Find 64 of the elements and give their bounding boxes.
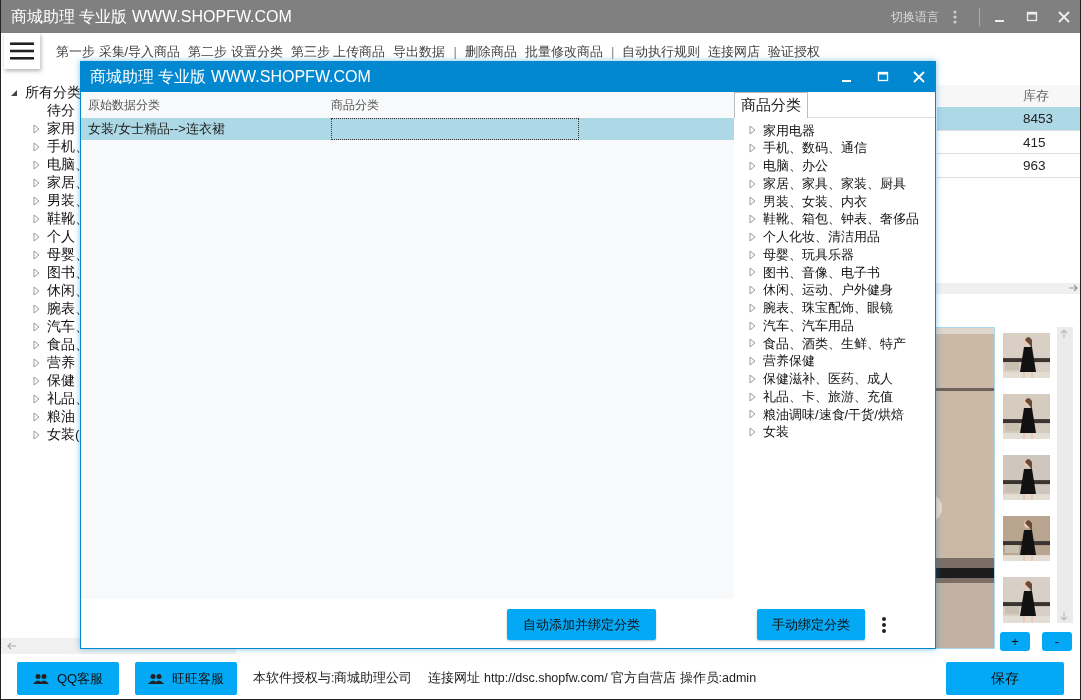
license-text: 本软件授权与:商城助理公司 xyxy=(253,670,413,688)
auto-bind-button[interactable]: 自动添加并绑定分类 xyxy=(507,609,656,640)
menu-button[interactable] xyxy=(4,33,40,69)
toolbar-link[interactable]: 第一步 采集/导入商品 xyxy=(56,45,181,59)
close-icon[interactable] xyxy=(1056,8,1072,25)
tree-item[interactable]: 营养 xyxy=(47,354,75,372)
tree-item[interactable]: 营养保健 xyxy=(763,352,815,370)
stock-cell: 963 xyxy=(937,154,1080,178)
tree-item[interactable]: 礼品、卡、旅游、充值 xyxy=(763,387,893,406)
toolbar-link[interactable]: 第三步 上传商品 xyxy=(290,45,386,59)
tree-item[interactable]: 粮油调味/速食/干货/烘焙 xyxy=(763,405,904,424)
toolbar-link[interactable]: 验证授权 xyxy=(768,45,821,59)
tree-item[interactable]: 休闲、运动、户外健身 xyxy=(763,281,893,299)
more-icon[interactable] xyxy=(881,615,887,634)
tree-item[interactable]: 所有分类 xyxy=(25,84,81,102)
tree-item[interactable]: 个人化妆、清洁用品 xyxy=(763,228,880,246)
toolbar-link[interactable]: 批量修改商品 xyxy=(524,45,603,59)
save-button[interactable]: 保存 xyxy=(946,662,1064,695)
toolbar-link[interactable]: 导出数据 xyxy=(393,45,446,59)
category-tab[interactable]: 商品分类 xyxy=(734,92,808,118)
tree-item[interactable]: 保健 xyxy=(47,372,75,390)
support-button[interactable]: 旺旺客服 xyxy=(135,662,237,695)
tree-item[interactable]: 汽车、汽车用品 xyxy=(763,316,854,335)
tree-item[interactable]: 个人 xyxy=(47,228,75,246)
tree-item[interactable]: 图书、音像、电子书 xyxy=(763,263,880,282)
table-cell[interactable] xyxy=(331,118,579,140)
toolbar-link[interactable]: 自动执行规则 xyxy=(622,45,701,59)
manual-bind-button[interactable]: 手动绑定分类 xyxy=(757,609,865,640)
tree-item[interactable]: 待分 xyxy=(47,102,75,120)
tree-item[interactable]: 手机、数码、通信 xyxy=(763,139,867,157)
tree-item[interactable]: 母婴、玩具乐器 xyxy=(763,245,854,264)
menu-icon xyxy=(10,40,34,62)
separator: | xyxy=(610,45,615,59)
column-header[interactable]: 原始数据分类 xyxy=(81,92,331,118)
tree-item[interactable]: 男装、女装、内衣 xyxy=(763,192,867,211)
toolbar-link[interactable]: 删除商品 xyxy=(464,45,517,59)
tree-item[interactable]: 电脑、办公 xyxy=(763,157,828,175)
support-button[interactable]: QQ客服 xyxy=(17,662,119,695)
people-icon xyxy=(32,672,49,685)
tree-item[interactable]: 鞋靴、箱包、钟表、奢侈品 xyxy=(763,210,919,228)
connection-text: 连接网址 http://dsc.shopfw.com/ 官方自营店 操作员:admin xyxy=(428,670,757,688)
add-button[interactable]: + xyxy=(1000,631,1030,651)
people-icon xyxy=(148,672,164,685)
close-icon[interactable] xyxy=(911,69,927,85)
stock-cell: 8453 xyxy=(937,107,1080,131)
tree-item[interactable]: 粮油 xyxy=(47,408,75,426)
tree-item[interactable]: 家居、家具、家装、厨具 xyxy=(763,174,906,193)
column-header[interactable]: 商品分类 xyxy=(331,92,579,118)
tree-item[interactable]: 保健滋补、医药、成人 xyxy=(763,370,893,388)
toolbar-link[interactable]: 第二步 设置分类 xyxy=(188,45,283,59)
tree-item[interactable]: 女装 xyxy=(763,423,789,441)
tree-item[interactable]: 食品、酒类、生鲜、特产 xyxy=(763,334,906,353)
remove-button[interactable]: - xyxy=(1042,631,1072,651)
window-title: 商城助理 专业版 WWW.SHOPFW.COM xyxy=(10,6,292,27)
column-header[interactable]: 库存 xyxy=(937,85,1080,107)
table-cell-text: 女装/女士精品-->连衣裙 xyxy=(87,120,226,138)
tree-item[interactable]: 女装( xyxy=(47,426,80,444)
tree-item[interactable]: 家用电器 xyxy=(763,121,815,140)
separator: | xyxy=(453,45,457,59)
stock-cell: 415 xyxy=(937,130,1080,154)
tree-item[interactable]: 家用 xyxy=(47,120,75,138)
dialog-title: 商城助理 专业版 WWW.SHOPFW.COM xyxy=(89,67,371,87)
toolbar-link[interactable]: 连接网店 xyxy=(708,45,761,59)
tree-item[interactable]: 腕表、珠宝配饰、眼镜 xyxy=(763,299,893,317)
